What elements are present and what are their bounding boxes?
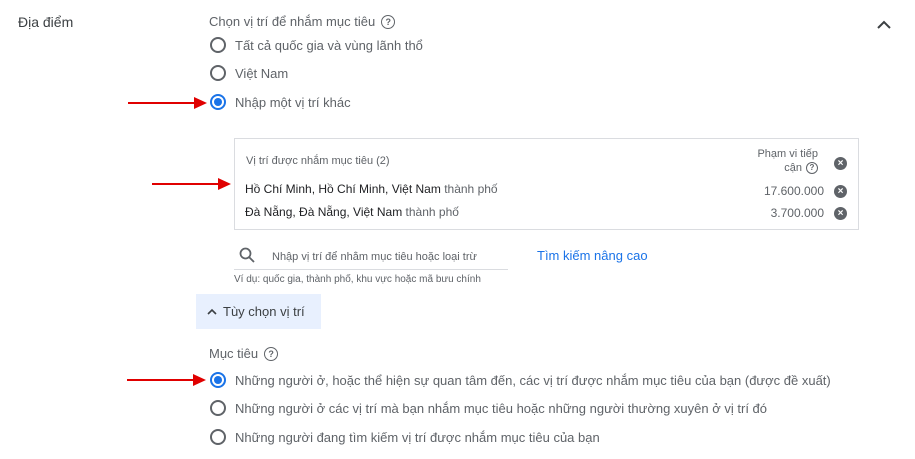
red-arrow-annotation bbox=[127, 374, 206, 386]
help-circle-icon[interactable]: ? bbox=[381, 14, 396, 29]
panel-title: Vị trí được nhắm mục tiêu (2) bbox=[246, 155, 390, 167]
location-options-label: Tùy chọn vị trí bbox=[223, 304, 305, 319]
help-circle-icon[interactable]: ? bbox=[806, 162, 818, 174]
radio-label: Việt Nam bbox=[235, 65, 289, 81]
radio-circle[interactable] bbox=[210, 429, 226, 445]
objective-heading-text: Mục tiêu bbox=[209, 346, 259, 361]
location-options-button[interactable]: Tùy chọn vị trí bbox=[196, 294, 321, 329]
red-arrow-annotation bbox=[128, 97, 207, 109]
advanced-search-link[interactable]: Tìm kiếm nâng cao bbox=[537, 248, 648, 263]
radio-objective-presence-interest[interactable]: Những người ở, hoặc thể hiện sự quan tâm… bbox=[210, 372, 831, 388]
radio-circle-checked[interactable] bbox=[210, 94, 226, 110]
location-reach: 17.600.000 bbox=[763, 184, 824, 198]
radio-label: Tất cả quốc gia và vùng lãnh thổ bbox=[235, 37, 423, 53]
location-type: thành phố bbox=[444, 182, 498, 196]
table-row: Hồ Chí Minh, Hồ Chí Minh, Việt Nam thành… bbox=[245, 182, 498, 196]
table-row: Đà Nẵng, Đà Nẵng, Việt Nam thành phố bbox=[245, 205, 459, 219]
radio-objective-search[interactable]: Những người đang tìm kiếm vị trí được nh… bbox=[210, 429, 600, 445]
location-target-heading-text: Chọn vị trí để nhắm mục tiêu bbox=[209, 14, 376, 29]
search-icon bbox=[239, 247, 255, 263]
location-name: Hồ Chí Minh, Hồ Chí Minh, Việt Nam bbox=[245, 182, 441, 196]
radio-other-location[interactable]: Nhập một vị trí khác bbox=[210, 94, 351, 110]
search-hint: Ví dụ: quốc gia, thành phố, khu vực hoặc… bbox=[234, 274, 481, 285]
collapse-button[interactable] bbox=[872, 12, 896, 36]
location-target-heading: Chọn vị trí để nhắm mục tiêu ? bbox=[209, 14, 396, 29]
location-name: Đà Nẵng, Đà Nẵng, Việt Nam bbox=[245, 205, 403, 219]
radio-circle[interactable] bbox=[210, 400, 226, 416]
radio-label: Những người đang tìm kiếm vị trí được nh… bbox=[235, 429, 600, 445]
help-circle-icon[interactable]: ? bbox=[264, 346, 279, 361]
radio-objective-presence[interactable]: Những người ở các vị trí mà bạn nhắm mục… bbox=[210, 400, 767, 416]
chevron-up-icon bbox=[877, 20, 891, 29]
radio-circle-checked[interactable] bbox=[210, 372, 226, 388]
reach-header-line1: Phạm vi tiếp bbox=[757, 148, 818, 160]
radio-circle[interactable] bbox=[210, 65, 226, 81]
section-label: Địa điểm bbox=[18, 14, 74, 30]
search-input[interactable] bbox=[270, 247, 509, 267]
location-search[interactable] bbox=[234, 244, 509, 270]
location-type: thành phố bbox=[405, 205, 459, 219]
radio-label: Nhập một vị trí khác bbox=[235, 94, 351, 110]
radio-label: Những người ở, hoặc thể hiện sự quan tâm… bbox=[235, 372, 831, 388]
red-arrow-annotation bbox=[152, 178, 231, 190]
targeted-locations-panel: Vị trí được nhắm mục tiêu (2) Phạm vi ti… bbox=[234, 138, 859, 230]
radio-label: Những người ở các vị trí mà bạn nhắm mục… bbox=[235, 400, 767, 416]
chevron-up-icon bbox=[207, 308, 217, 315]
remove-all-icon[interactable]: × bbox=[834, 157, 847, 170]
radio-all-countries[interactable]: Tất cả quốc gia và vùng lãnh thổ bbox=[210, 37, 423, 53]
close-circle-icon[interactable]: × bbox=[834, 207, 847, 220]
reach-header-line2: cận bbox=[784, 162, 802, 174]
reach-column-header: Phạm vi tiếp cận ? bbox=[748, 147, 818, 175]
radio-circle[interactable] bbox=[210, 37, 226, 53]
location-reach: 3.700.000 bbox=[770, 206, 824, 220]
close-circle-icon[interactable]: × bbox=[834, 185, 847, 198]
radio-vietnam[interactable]: Việt Nam bbox=[210, 65, 288, 81]
objective-heading: Mục tiêu ? bbox=[209, 346, 279, 361]
